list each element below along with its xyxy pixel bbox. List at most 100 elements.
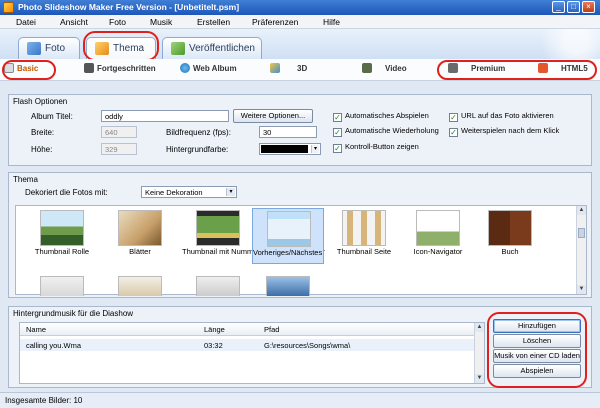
album-title-input[interactable]: oddly xyxy=(101,110,229,122)
theme-item-thumbnail-rolle[interactable]: Thumbnail Rolle xyxy=(26,208,98,264)
song-length: 03:32 xyxy=(204,341,223,350)
column-path[interactable]: Pfad xyxy=(264,325,279,334)
theme-item-blaetter[interactable]: Blätter xyxy=(104,208,176,264)
decorate-select-value: Keine Dekoration xyxy=(145,188,203,197)
subtab-video-label: Video xyxy=(385,64,407,73)
checkbox-auto-play[interactable]: ✓ Automatisches Abspielen xyxy=(333,111,429,122)
decorate-select[interactable]: Keine Dekoration ▾ xyxy=(141,186,237,198)
theme-scrollbar[interactable]: ▲ ▼ xyxy=(576,206,586,294)
album-title-label: Album Titel: xyxy=(31,112,73,121)
subtab-3d[interactable]: 3D xyxy=(270,63,307,77)
theme-preview xyxy=(40,276,84,296)
fps-label: Bildfrequenz (fps): xyxy=(166,128,231,137)
flash-options-title: Flash Optionen xyxy=(13,97,68,106)
subtab-premium[interactable]: Premium xyxy=(448,63,505,77)
subtab-web-album[interactable]: Web Album xyxy=(180,63,237,77)
camera-icon xyxy=(84,63,94,73)
subtab-html5-label: HTML5 xyxy=(561,64,588,73)
more-options-button[interactable]: Weitere Optionen... xyxy=(233,109,313,123)
subtab-video[interactable]: Video xyxy=(362,63,407,77)
scroll-up-icon[interactable]: ▲ xyxy=(475,323,484,332)
checkbox-auto-repeat[interactable]: ✓ Automatische Wiederholung xyxy=(333,126,439,137)
theme-preview xyxy=(118,276,162,296)
play-music-button[interactable]: Abspielen xyxy=(493,364,581,378)
subtab-basic[interactable]: Basic xyxy=(4,63,38,77)
theme-preview xyxy=(196,210,240,246)
checkbox-show-controls[interactable]: ✓ Kontroll-Button zeigen xyxy=(333,142,419,153)
music-scrollbar[interactable]: ▲ ▼ xyxy=(474,323,484,383)
menu-bar: Datei Ansicht Foto Musik Erstellen Präfe… xyxy=(0,15,600,29)
menu-ansicht[interactable]: Ansicht xyxy=(60,17,88,27)
publish-icon xyxy=(171,42,185,55)
app-icon xyxy=(3,2,14,13)
close-button[interactable]: × xyxy=(582,1,595,13)
html5-icon xyxy=(538,63,548,73)
tab-veroeffentlichen[interactable]: Veröffentlichen xyxy=(162,37,262,59)
theme-item-thumbnail-seite[interactable]: Thumbnail Seite xyxy=(328,208,400,264)
theme-preview xyxy=(267,211,311,247)
scroll-thumb[interactable] xyxy=(578,228,585,238)
total-images-count: Insgesamte Bilder: 10 xyxy=(5,396,83,405)
menu-hilfe[interactable]: Hilfe xyxy=(323,17,340,27)
sub-tab-bar: Basic Fortgeschritten Web Album 3D Video… xyxy=(0,59,600,81)
music-title: Hintergrundmusik für die Diashow xyxy=(13,309,134,318)
flash-options-group: Flash Optionen Album Titel: oddly Weiter… xyxy=(8,94,592,166)
theme-item-icon-navigator[interactable]: Icon-Navigator xyxy=(402,208,474,264)
film-icon xyxy=(362,63,372,73)
scroll-up-icon[interactable]: ▲ xyxy=(577,206,586,215)
scroll-down-icon[interactable]: ▼ xyxy=(475,374,484,383)
checkbox-continue-after-click[interactable]: ✓ Weiterspielen nach dem Klick xyxy=(449,126,559,137)
column-name[interactable]: Name xyxy=(26,325,46,334)
checkbox-box: ✓ xyxy=(449,113,458,122)
maximize-button[interactable]: □ xyxy=(567,1,580,13)
fps-input[interactable]: 30 xyxy=(259,126,317,138)
theme-item-buch[interactable]: Buch xyxy=(474,208,546,264)
theme-item-row2[interactable] xyxy=(104,274,176,296)
subtab-fortgeschritten[interactable]: Fortgeschritten xyxy=(84,63,156,77)
theme-item-thumbnail-mit-nummer[interactable]: Thumbnail mit Nummer xyxy=(182,208,254,264)
theme-title: Thema xyxy=(13,175,38,184)
checkbox-photo-url[interactable]: ✓ URL auf das Foto aktivieren xyxy=(449,111,554,122)
minimize-button[interactable]: _ xyxy=(552,1,565,13)
theme-item-caption: Vorheriges/Nächstes Thumb xyxy=(253,248,325,257)
subtab-html5[interactable]: HTML5 xyxy=(538,63,588,77)
theme-preview xyxy=(118,210,162,246)
height-label: Höhe: xyxy=(31,145,53,154)
checkbox-box: ✓ xyxy=(449,128,458,137)
photo-icon xyxy=(27,42,41,55)
decorate-label: Dekoriert die Fotos mit: xyxy=(25,188,108,197)
tab-foto[interactable]: Foto xyxy=(18,37,80,59)
column-length[interactable]: Länge xyxy=(204,325,225,334)
checkbox-box: ✓ xyxy=(333,113,342,122)
menu-datei[interactable]: Datei xyxy=(16,17,36,27)
bg-color-picker[interactable]: ▾ xyxy=(259,143,321,155)
theme-item-row2[interactable] xyxy=(182,274,254,296)
theme-item-vorheriges-naechstes-thumb[interactable]: Vorheriges/Nächstes Thumb xyxy=(252,208,325,264)
height-input[interactable]: 329 xyxy=(101,143,137,155)
width-input[interactable]: 640 xyxy=(101,126,137,138)
delete-music-button[interactable]: Löschen xyxy=(493,334,581,348)
theme-item-caption: Blätter xyxy=(129,247,151,256)
tab-foto-label: Foto xyxy=(45,43,66,54)
theme-preview xyxy=(342,210,386,246)
menu-foto[interactable]: Foto xyxy=(109,17,126,27)
menu-musik[interactable]: Musik xyxy=(150,17,172,27)
width-label: Breite: xyxy=(31,128,55,137)
globe-icon xyxy=(180,63,190,73)
theme-item-caption: Thumbnail mit Nummer xyxy=(182,247,254,256)
table-row[interactable]: calling you.Wma 03:32 G:\resources\Songs… xyxy=(20,339,484,351)
premium-icon xyxy=(448,63,458,73)
theme-item-row2[interactable] xyxy=(252,274,324,296)
tab-thema[interactable]: Thema xyxy=(86,37,156,60)
subtab-3d-label: 3D xyxy=(297,64,308,73)
menu-praeferenzen[interactable]: Präferenzen xyxy=(252,17,298,27)
chevron-down-icon: ▾ xyxy=(311,145,319,153)
menu-erstellen[interactable]: Erstellen xyxy=(197,17,230,27)
theme-group: Thema Dekoriert die Fotos mit: Keine Dek… xyxy=(8,172,592,298)
theme-preview xyxy=(266,276,310,296)
tab-veroeffentlichen-label: Veröffentlichen xyxy=(189,43,255,54)
add-music-button[interactable]: Hinzufügen xyxy=(493,319,581,333)
load-cd-music-button[interactable]: Musik von einer CD laden xyxy=(493,349,581,363)
theme-item-row2[interactable] xyxy=(26,274,98,296)
scroll-down-icon[interactable]: ▼ xyxy=(577,285,586,294)
